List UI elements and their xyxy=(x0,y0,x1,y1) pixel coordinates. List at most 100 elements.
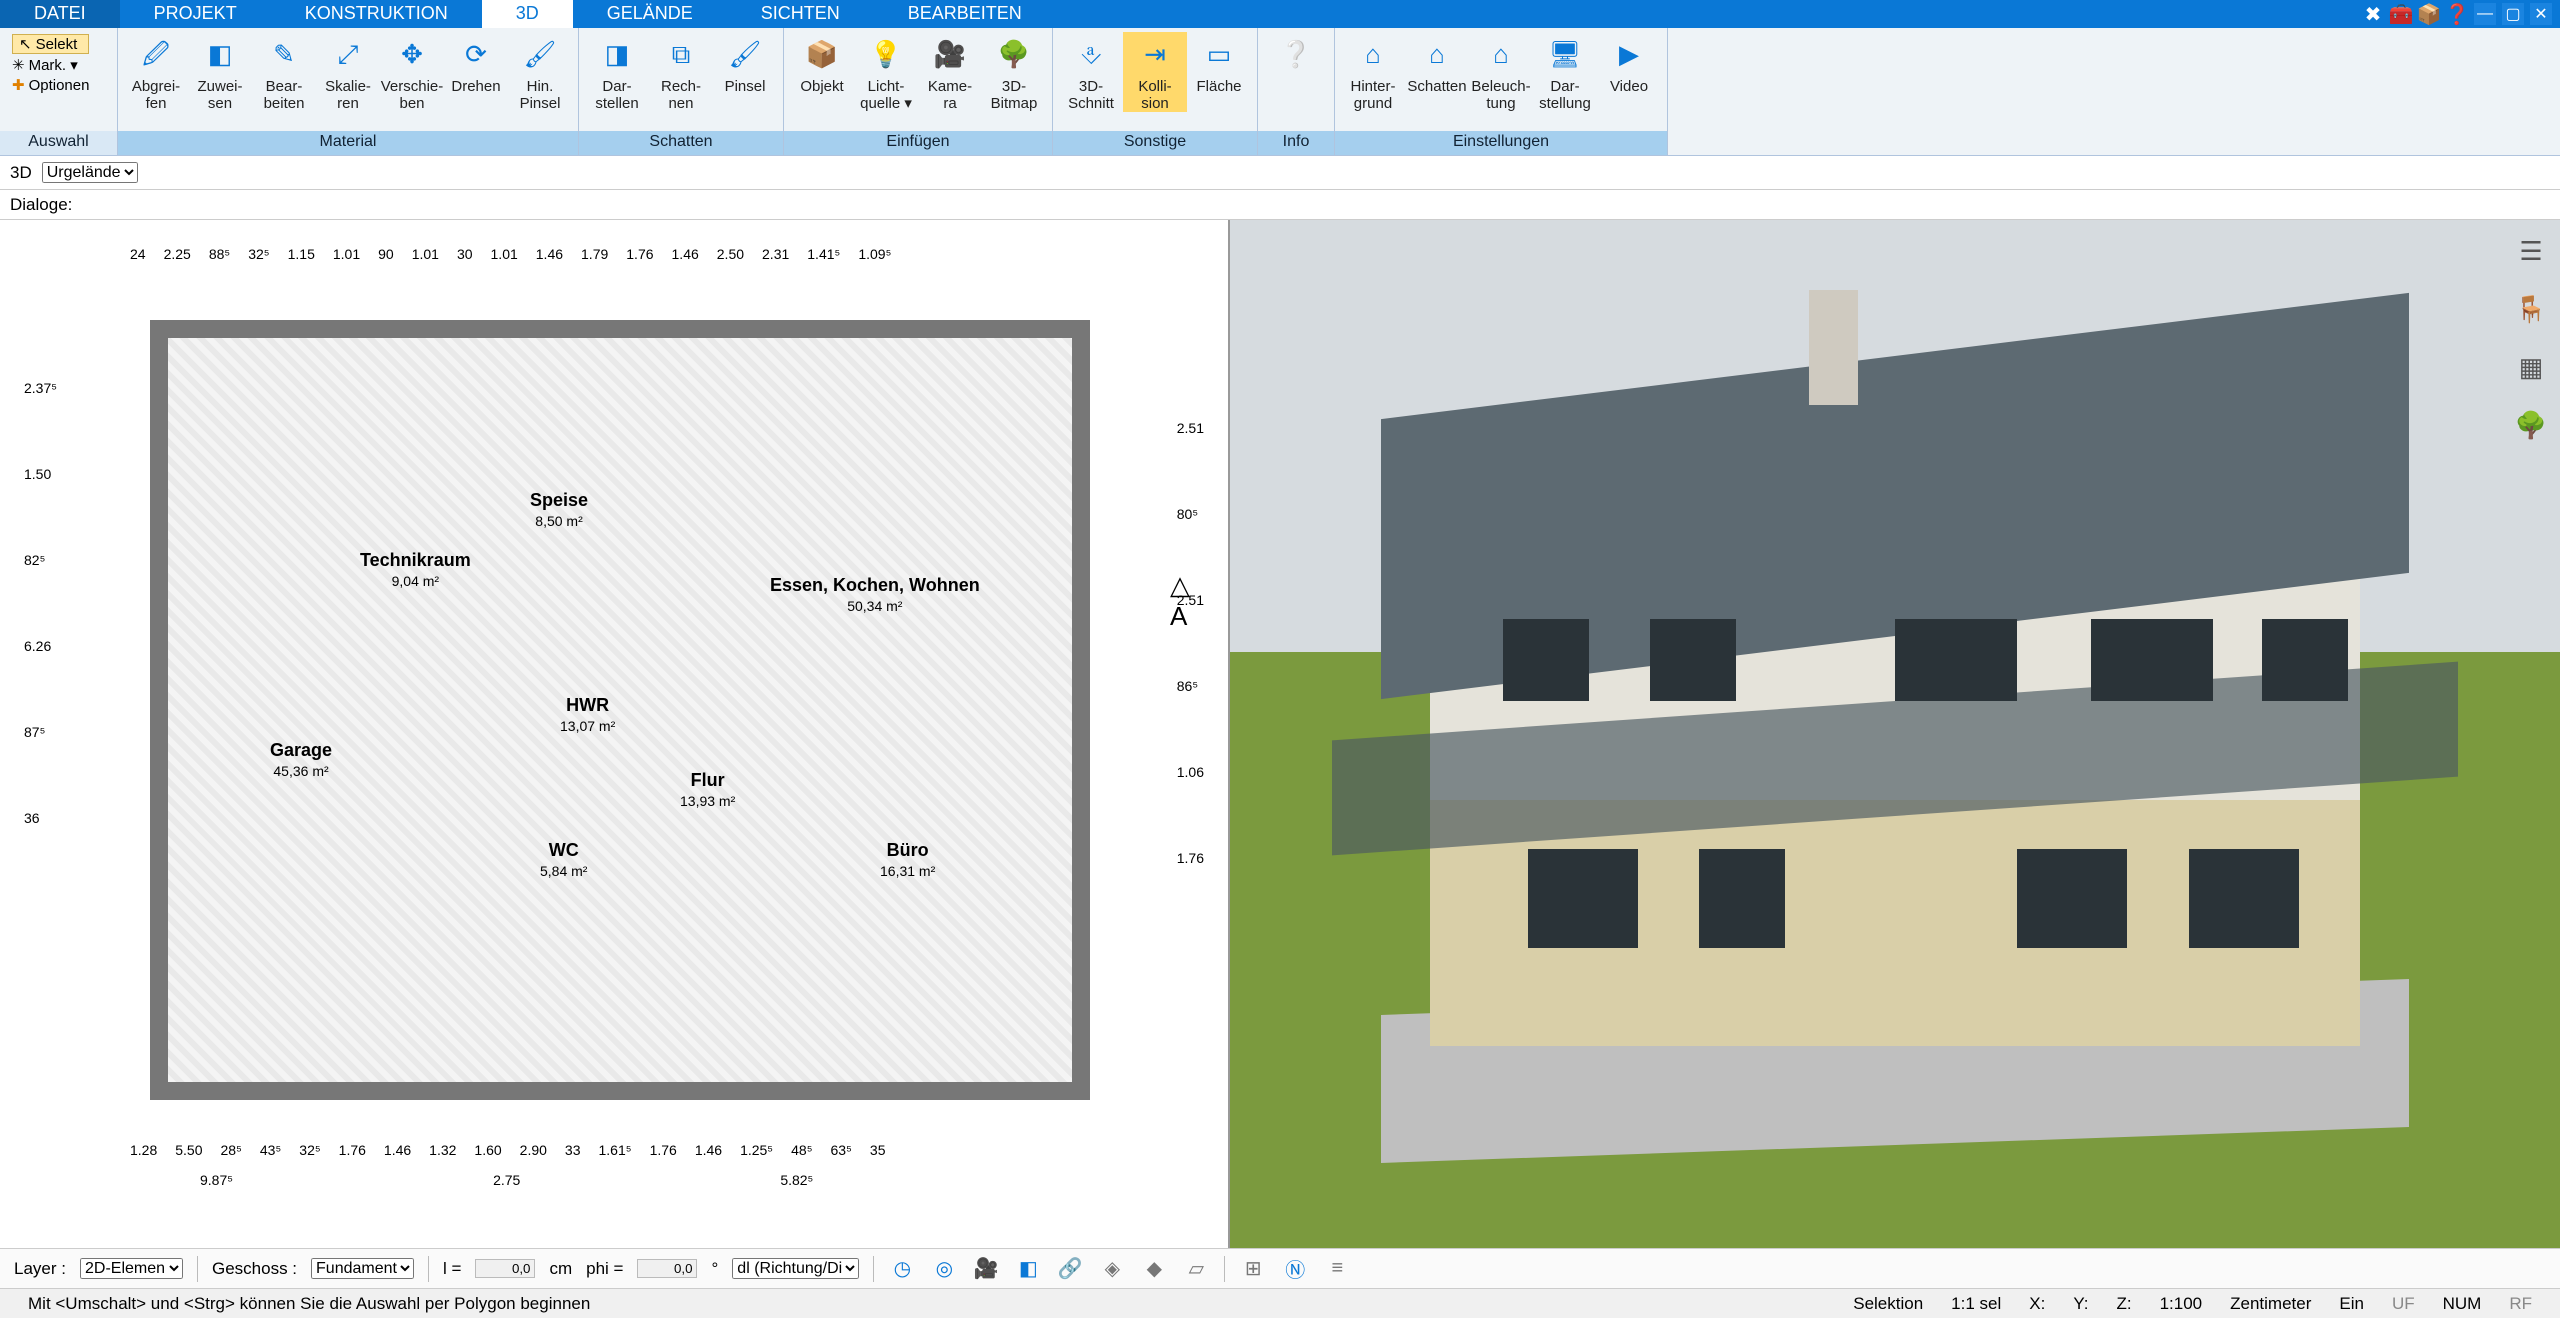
ribbon-label: 3D-Bitmap xyxy=(991,78,1038,112)
group-label-einfuegen: Einfügen xyxy=(784,131,1052,155)
layers-icon[interactable]: ☰ xyxy=(2512,232,2550,270)
cube-icon[interactable]: ◧ xyxy=(1014,1255,1042,1283)
ribbon-skalieren[interactable]: ⤢Skalie-ren xyxy=(316,32,380,112)
ribbon-schatten[interactable]: ⌂Schatten xyxy=(1405,32,1469,95)
grid-icon[interactable]: ⊞ xyxy=(1239,1255,1267,1283)
tab-bearbeiten[interactable]: BEARBEITEN xyxy=(874,0,1056,28)
mark-dropdown[interactable]: ✳ Mark. ▾ xyxy=(12,56,89,74)
ribbon-kamera[interactable]: 🎥Kame-ra xyxy=(918,32,982,112)
tab-datei[interactable]: DATEI xyxy=(0,0,120,28)
dimension-value: 24 xyxy=(130,246,146,262)
materials-icon[interactable]: ▦ xyxy=(2512,348,2550,386)
ribbon-hin-pinsel[interactable]: 🖌Hin.Pinsel xyxy=(508,32,572,112)
kamera-icon: 🎥 xyxy=(930,34,970,74)
package-icon[interactable]: 🧰 xyxy=(2390,3,2412,25)
bars-icon[interactable]: ≡ xyxy=(1323,1255,1351,1283)
ribbon-abgreifen[interactable]: 🖉Abgrei-fen xyxy=(124,32,188,112)
box-icon[interactable]: 📦 xyxy=(2418,3,2440,25)
tree-icon[interactable]: 🌳 xyxy=(2512,406,2550,444)
selekt-button[interactable]: ↖ Selekt xyxy=(12,34,89,54)
ribbon-rechnen[interactable]: ⧉Rech-nen xyxy=(649,32,713,112)
rechnen-icon: ⧉ xyxy=(661,34,701,74)
dimension-value: 35 xyxy=(870,1142,886,1158)
n-icon[interactable]: Ⓝ xyxy=(1281,1255,1309,1283)
ribbon-3d-schnitt[interactable]: ⎀3D-Schnitt xyxy=(1059,32,1123,112)
plane-icon[interactable]: ▱ xyxy=(1182,1255,1210,1283)
link-icon[interactable]: 🔗 xyxy=(1056,1255,1084,1283)
ribbon-zuweisen[interactable]: ◧Zuwei-sen xyxy=(188,32,252,112)
ribbon-label: Hin.Pinsel xyxy=(520,78,561,112)
ribbon-3d-bitmap[interactable]: 🌳3D-Bitmap xyxy=(982,32,1046,112)
group-label-einstellungen: Einstellungen xyxy=(1335,131,1667,155)
dimension-value: 6.26 xyxy=(24,638,57,654)
ribbon-drehen[interactable]: ⟳Drehen xyxy=(444,32,508,95)
dimension-value: 48⁵ xyxy=(791,1142,812,1158)
terrain-dropdown[interactable]: Urgelände xyxy=(42,162,138,183)
dimension-value: 86⁵ xyxy=(1177,678,1204,694)
ribbon-label: Objekt xyxy=(800,78,843,95)
ribbon-hintergrund[interactable]: ⌂Hinter-grund xyxy=(1341,32,1405,112)
dimension-value: 88⁵ xyxy=(209,246,230,262)
tab-gelaende[interactable]: GELÄNDE xyxy=(573,0,727,28)
dimension-value: 30 xyxy=(457,246,473,262)
layers2-icon[interactable]: ◈ xyxy=(1098,1255,1126,1283)
status-selektion: Selektion xyxy=(1839,1294,1937,1314)
tab-3d[interactable]: 3D xyxy=(482,0,573,28)
help-icon[interactable]: ❓ xyxy=(2446,3,2468,25)
ribbon-verschieben[interactable]: ✥Verschie-ben xyxy=(380,32,444,112)
hintergrund-icon: ⌂ xyxy=(1353,34,1393,74)
close-button[interactable]: ✕ xyxy=(2530,3,2552,25)
optionen-button[interactable]: ✚ Optionen xyxy=(12,76,89,94)
dimension-value: 32⁵ xyxy=(299,1142,320,1158)
dimension-value: 1.28 xyxy=(130,1142,157,1158)
status-sel: 1:1 sel xyxy=(1937,1294,2015,1314)
camera-icon[interactable]: 🎥 xyxy=(972,1255,1000,1283)
ribbon-kollision[interactable]: ⇥Kolli-sion xyxy=(1123,32,1187,112)
geschoss-select[interactable]: Fundament xyxy=(311,1258,414,1279)
menu-bar: DATEI PROJEKT KONSTRUKTION 3D GELÄNDE SI… xyxy=(0,0,2560,28)
ribbon-darstellung[interactable]: 🖥Dar-stellung xyxy=(1533,32,1597,112)
phi-input[interactable] xyxy=(637,1259,697,1278)
3d-view[interactable]: ☰ 🪑 ▦ 🌳 xyxy=(1230,220,2560,1248)
room-label: Garage45,36 m² xyxy=(270,740,332,781)
tab-sichten[interactable]: SICHTEN xyxy=(727,0,874,28)
l-input[interactable] xyxy=(475,1259,535,1278)
dimension-value: 1.06 xyxy=(1177,764,1204,780)
tab-konstruktion[interactable]: KONSTRUKTION xyxy=(271,0,482,28)
dimension-value: 1.15 xyxy=(288,246,315,262)
ribbon-beleuchtung[interactable]: ⌂Beleuch-tung xyxy=(1469,32,1533,112)
layer-select[interactable]: 2D-Elemen xyxy=(80,1258,183,1279)
ribbon-bearbeiten[interactable]: ✎Bear-beiten xyxy=(252,32,316,112)
maximize-button[interactable]: ▢ xyxy=(2502,3,2524,25)
tools-icon[interactable]: ✖ xyxy=(2362,3,2384,25)
ribbon-lichtquelle[interactable]: 💡Licht-quelle ▾ xyxy=(854,32,918,112)
dimension-value: 5.50 xyxy=(175,1142,202,1158)
ribbon-video[interactable]: ▶Video xyxy=(1597,32,1661,95)
dl-select[interactable]: dl (Richtung/Di xyxy=(732,1258,859,1279)
group-label-material: Material xyxy=(118,131,578,155)
group-label-schatten: Schatten xyxy=(579,131,783,155)
group-label-sonstige: Sonstige xyxy=(1053,131,1257,155)
building-outline xyxy=(150,320,1090,1100)
dialog-bar: Dialoge: xyxy=(0,190,2560,220)
minimize-button[interactable]: — xyxy=(2474,3,2496,25)
dimension-value: 2.75 xyxy=(493,1172,520,1188)
north-arrow: △A xyxy=(1170,570,1190,632)
ribbon-darstellen[interactable]: ◨Dar-stellen xyxy=(585,32,649,112)
ribbon-objekt[interactable]: 📦Objekt xyxy=(790,32,854,95)
dimension-value: 28⁵ xyxy=(221,1142,242,1158)
plan-view[interactable]: Speise8,50 m²Technikraum9,04 m²Essen, Ko… xyxy=(0,220,1230,1248)
ribbon-flaeche[interactable]: ▭Fläche xyxy=(1187,32,1251,95)
dimension-value: 1.01 xyxy=(412,246,439,262)
ribbon-pinsel[interactable]: 🖌Pinsel xyxy=(713,32,777,95)
target-icon[interactable]: ◎ xyxy=(930,1255,958,1283)
dimension-value: 43⁵ xyxy=(260,1142,281,1158)
furniture-icon[interactable]: 🪑 xyxy=(2512,290,2550,328)
dimension-value: 2.51 xyxy=(1177,420,1204,436)
stack-icon[interactable]: ◆ xyxy=(1140,1255,1168,1283)
3d-schnitt-icon: ⎀ xyxy=(1071,34,1111,74)
ribbon-info[interactable]: ❔ xyxy=(1264,32,1328,78)
clock-icon[interactable]: ◷ xyxy=(888,1255,916,1283)
geschoss-label: Geschoss : xyxy=(212,1259,297,1279)
tab-projekt[interactable]: PROJEKT xyxy=(120,0,271,28)
